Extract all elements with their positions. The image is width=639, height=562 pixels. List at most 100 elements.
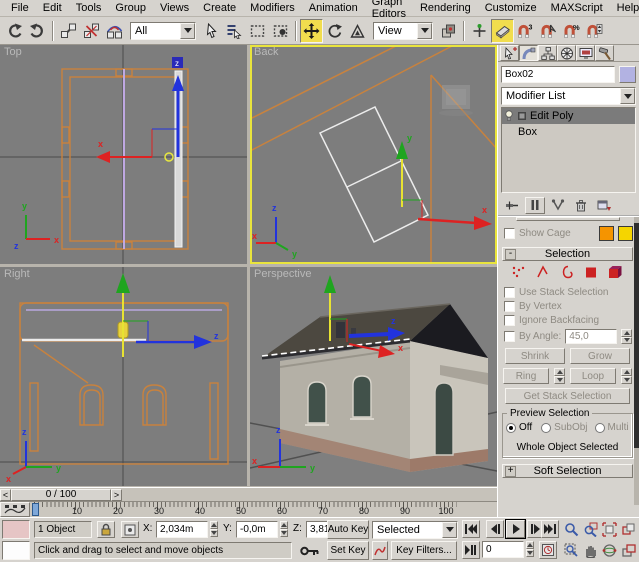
select-and-scale-button[interactable] [346, 19, 369, 43]
zoom-all-button[interactable] [581, 520, 599, 538]
tab-modify[interactable] [519, 45, 538, 61]
angle-snap-button[interactable] [537, 19, 560, 43]
selection-rollout-header[interactable]: - Selection [502, 247, 633, 261]
border-subobject-button[interactable] [559, 265, 576, 282]
selection-filter-dropdown[interactable]: All [130, 22, 196, 40]
select-and-link-button[interactable] [57, 19, 80, 43]
viewport-top[interactable]: x z y x z Top [0, 45, 247, 264]
preview-subobj-radio[interactable] [541, 423, 551, 433]
go-to-end-button[interactable] [541, 520, 559, 538]
key-filters-button[interactable]: Key Filters... [391, 541, 457, 560]
cage-selected-color-swatch[interactable] [618, 226, 633, 241]
object-color-swatch[interactable] [619, 66, 636, 83]
shrink-button[interactable]: Shrink [505, 348, 565, 364]
viewport-back[interactable]: y x z x y Back [250, 45, 497, 264]
ignore-backfacing-checkbox[interactable] [504, 315, 515, 326]
cage-color-swatch[interactable] [599, 226, 614, 241]
tab-create[interactable] [500, 45, 519, 61]
element-subobject-button[interactable] [607, 265, 624, 282]
dropdown-arrow-icon[interactable] [180, 23, 195, 39]
menu-help[interactable]: Help [610, 1, 639, 15]
undo-button[interactable] [3, 19, 26, 43]
track-bar-frame-handle[interactable] [32, 503, 39, 516]
select-and-manipulate-button[interactable] [468, 19, 491, 43]
menu-maxscript[interactable]: MAXScript [544, 1, 610, 15]
by-angle-checkbox[interactable] [504, 331, 515, 342]
loop-spinner[interactable] [621, 368, 632, 384]
y-coordinate-field[interactable]: -0,0m [236, 521, 278, 538]
pin-stack-button[interactable] [502, 197, 522, 214]
x-coordinate-field[interactable]: 2,034m [156, 521, 208, 538]
perspective-viewport-canvas[interactable]: z x z x y [250, 267, 497, 486]
set-key-button[interactable]: Set Key [327, 541, 369, 560]
menu-create[interactable]: Create [196, 1, 243, 15]
menu-rendering[interactable]: Rendering [413, 1, 478, 15]
play-animation-button[interactable] [506, 520, 525, 538]
soft-selection-rollout-header[interactable]: + Soft Selection [502, 464, 633, 478]
maxscript-mini-listener-macro-row[interactable] [2, 520, 30, 539]
by-angle-spinner[interactable] [621, 329, 632, 344]
menu-graph-editors[interactable]: Graph Editors [365, 0, 413, 21]
dropdown-arrow-icon[interactable] [417, 23, 432, 39]
menu-modifiers[interactable]: Modifiers [243, 1, 302, 15]
unlink-selection-button[interactable] [80, 19, 103, 43]
key-mode-dropdown[interactable]: Selected [372, 520, 458, 539]
viewport-label-back[interactable]: Back [254, 46, 278, 58]
next-frame-slider-button[interactable]: > [111, 489, 122, 501]
new-key-default-inout-button[interactable] [372, 541, 388, 560]
tab-hierarchy[interactable] [538, 45, 557, 61]
tab-motion[interactable] [557, 45, 576, 61]
menu-customize[interactable]: Customize [478, 1, 544, 15]
go-to-start-button[interactable] [462, 520, 480, 538]
use-pivot-point-center-button[interactable] [437, 19, 460, 43]
zoom-button[interactable] [562, 520, 580, 538]
auto-key-button[interactable]: Auto Key [327, 520, 369, 539]
select-and-move-button[interactable] [300, 19, 323, 43]
window-crossing-toggle-button[interactable] [269, 19, 292, 43]
percent-snap-button[interactable]: % [560, 19, 583, 43]
viewport-right[interactable]: z z x y Right [0, 267, 247, 486]
menu-group[interactable]: Group [108, 1, 153, 15]
partially-scrolled-button[interactable] [516, 217, 620, 221]
dropdown-arrow-icon[interactable] [620, 88, 635, 104]
x-spinner[interactable] [208, 521, 219, 537]
pan-view-button[interactable] [581, 541, 599, 559]
time-slider[interactable]: < 0 / 100 > [0, 487, 497, 501]
viewport-label-top[interactable]: Top [4, 46, 22, 58]
modifier-stack-item-box[interactable]: Box [502, 124, 635, 140]
configure-modifier-sets-button[interactable] [594, 197, 614, 214]
tab-utilities[interactable] [595, 45, 614, 61]
bind-to-space-warp-button[interactable] [103, 19, 126, 43]
loop-button[interactable]: Loop [570, 368, 616, 384]
grow-button[interactable]: Grow [570, 348, 630, 364]
maximize-viewport-toggle-button[interactable] [619, 541, 637, 559]
get-stack-selection-button[interactable]: Get Stack Selection [505, 388, 630, 404]
by-vertex-checkbox[interactable] [504, 301, 515, 312]
open-mini-curve-editor-button[interactable] [0, 502, 30, 517]
maxscript-mini-listener-row[interactable] [2, 541, 30, 560]
ring-button[interactable]: Ring [503, 368, 549, 384]
menu-animation[interactable]: Animation [302, 1, 365, 15]
menu-tools[interactable]: Tools [69, 1, 109, 15]
preview-multi-radio[interactable] [595, 423, 605, 433]
select-and-rotate-button[interactable] [323, 19, 346, 43]
top-viewport-canvas[interactable]: x z y x z [0, 45, 247, 264]
menu-edit[interactable]: Edit [36, 1, 69, 15]
back-viewport-canvas[interactable]: y x z x y [250, 45, 497, 264]
right-viewport-canvas[interactable]: z z x y [0, 267, 247, 486]
viewport-label-perspective[interactable]: Perspective [254, 268, 311, 280]
make-unique-button[interactable] [548, 197, 568, 214]
current-frame-field[interactable]: 0 [482, 541, 524, 558]
use-stack-selection-checkbox[interactable] [504, 287, 515, 298]
redo-button[interactable] [26, 19, 49, 43]
time-configuration-button[interactable] [539, 541, 557, 559]
dropdown-arrow-icon[interactable] [442, 522, 457, 538]
time-slider-handle[interactable]: 0 / 100 [11, 489, 111, 501]
keyboard-shortcut-override-button[interactable] [491, 19, 514, 43]
spinner-snap-button[interactable] [583, 19, 606, 43]
rectangular-selection-region-button[interactable] [246, 19, 269, 43]
arc-rotate-button[interactable] [600, 541, 618, 559]
menu-file[interactable]: File [4, 1, 36, 15]
zoom-extents-all-button[interactable] [619, 520, 637, 538]
object-name-field[interactable]: Box02 [501, 66, 615, 83]
